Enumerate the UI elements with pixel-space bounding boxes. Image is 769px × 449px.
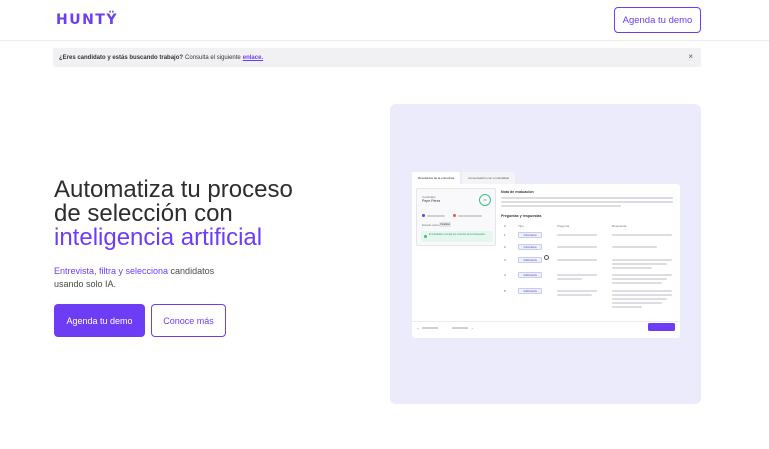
hero-subtitle: Entrevista, filtra y selecciona candidat… bbox=[54, 265, 274, 291]
success-note-text: El candidato cumple los criterios de la … bbox=[429, 233, 485, 236]
answer-placeholder bbox=[612, 302, 662, 304]
row-number: 1 bbox=[504, 233, 506, 237]
info-dot-icon bbox=[453, 214, 456, 217]
arrow-left-icon: ← bbox=[416, 325, 420, 330]
question-placeholder bbox=[557, 278, 582, 280]
tab-candidate-conversation: Conversación con el candidato bbox=[462, 172, 516, 184]
question-placeholder bbox=[557, 290, 597, 292]
hunty-logo[interactable]: HUNTŸ bbox=[56, 12, 118, 28]
status-label: Estado actual bbox=[422, 223, 441, 227]
answer-placeholder bbox=[612, 282, 662, 284]
mock-body: Candidato Pepe Pérez 88 Estado actual Fi… bbox=[412, 184, 680, 338]
score-badge: 88 bbox=[479, 194, 491, 206]
notice-bold-text: ¿Eres candidato y estás buscando trabajo… bbox=[59, 54, 184, 61]
candidate-card: Candidato Pepe Pérez 88 Estado actual Fi… bbox=[416, 188, 496, 246]
col-header-type: Tipo bbox=[518, 224, 524, 228]
mock-tabs: Resultados de la entrevista Conversación… bbox=[412, 172, 517, 184]
hero-subtitle-accent: Entrevista, filtra y selecciona bbox=[54, 266, 169, 276]
answer-placeholder bbox=[612, 263, 667, 265]
type-badge: Calificatoria bbox=[518, 288, 542, 294]
answer-placeholder bbox=[612, 259, 672, 261]
hero-subtitle-line2: usando solo IA. bbox=[54, 279, 117, 289]
cursor-icon bbox=[544, 255, 549, 260]
success-note: El candidato cumple los criterios de la … bbox=[421, 231, 493, 242]
row-number: 5 bbox=[504, 289, 506, 293]
mock-action-button bbox=[648, 323, 675, 331]
type-badge: Informativa bbox=[518, 232, 542, 238]
col-header-question: Pregunta bbox=[557, 224, 570, 228]
answer-placeholder bbox=[612, 278, 667, 280]
text-placeholder bbox=[501, 205, 621, 207]
pagination-placeholder bbox=[422, 327, 438, 329]
pagination-placeholder bbox=[452, 327, 468, 329]
product-screenshot-mock: Resultados de la entrevista Conversación… bbox=[412, 172, 680, 338]
text-placeholder bbox=[501, 201, 673, 203]
answer-placeholder bbox=[612, 274, 672, 276]
candidate-notice-banner: ¿Eres candidato y estás buscando trabajo… bbox=[53, 48, 701, 67]
question-placeholder bbox=[557, 234, 597, 236]
qa-title: Preguntas y respuestas bbox=[501, 214, 542, 218]
answer-placeholder bbox=[612, 246, 657, 248]
info-dot-icon bbox=[422, 214, 425, 217]
answer-placeholder bbox=[612, 306, 642, 308]
tab-interview-results: Resultados de la entrevista bbox=[412, 172, 461, 184]
question-placeholder bbox=[557, 246, 597, 248]
hero-title-line2: de selección con bbox=[54, 200, 233, 227]
notice-text: Consulta el siguiente bbox=[185, 54, 241, 61]
evaluation-title: Nota de evaluación bbox=[501, 190, 534, 194]
text-placeholder bbox=[501, 197, 673, 199]
check-icon bbox=[424, 235, 427, 238]
question-placeholder bbox=[557, 294, 592, 296]
candidate-name: Pepe Pérez bbox=[422, 199, 441, 203]
hero-title: Automatiza tu proceso de selección con i… bbox=[54, 178, 374, 250]
info-placeholder bbox=[458, 214, 482, 217]
status-badge: Finalista bbox=[439, 222, 451, 227]
answer-placeholder bbox=[612, 267, 652, 269]
answer-placeholder bbox=[612, 294, 672, 296]
agenda-demo-button[interactable]: Agenda tu demo bbox=[54, 304, 145, 337]
col-header-number: # bbox=[504, 224, 506, 228]
answer-placeholder bbox=[612, 298, 667, 300]
info-placeholder bbox=[427, 214, 445, 217]
header-demo-button[interactable]: Agenda tu demo bbox=[614, 7, 701, 33]
hero-subtitle-rest: candidatos bbox=[168, 266, 215, 276]
conoce-mas-button[interactable]: Conoce más bbox=[151, 304, 226, 337]
hero-title-line1: Automatiza tu proceso bbox=[54, 176, 293, 203]
type-badge: Calificatoria bbox=[518, 257, 542, 263]
hero-title-accent: inteligencia artificial bbox=[54, 224, 263, 251]
arrow-right-icon: → bbox=[470, 325, 474, 330]
row-number: 4 bbox=[504, 273, 506, 277]
product-preview-panel: Resultados de la entrevista Conversación… bbox=[390, 104, 701, 404]
question-placeholder bbox=[557, 259, 597, 261]
row-number: 2 bbox=[504, 245, 506, 249]
close-icon[interactable]: × bbox=[688, 52, 693, 61]
answer-placeholder bbox=[612, 234, 672, 236]
answer-placeholder bbox=[612, 290, 672, 292]
site-header: HUNTŸ Agenda tu demo bbox=[0, 0, 769, 41]
col-header-answer: Respuesta bbox=[612, 224, 627, 228]
notice-link[interactable]: enlace. bbox=[243, 55, 263, 61]
row-number: 3 bbox=[504, 258, 506, 262]
type-badge: Calificatoria bbox=[518, 272, 542, 278]
question-placeholder bbox=[557, 274, 597, 276]
mock-footer-divider bbox=[412, 321, 680, 322]
type-badge: Informativa bbox=[518, 244, 542, 250]
